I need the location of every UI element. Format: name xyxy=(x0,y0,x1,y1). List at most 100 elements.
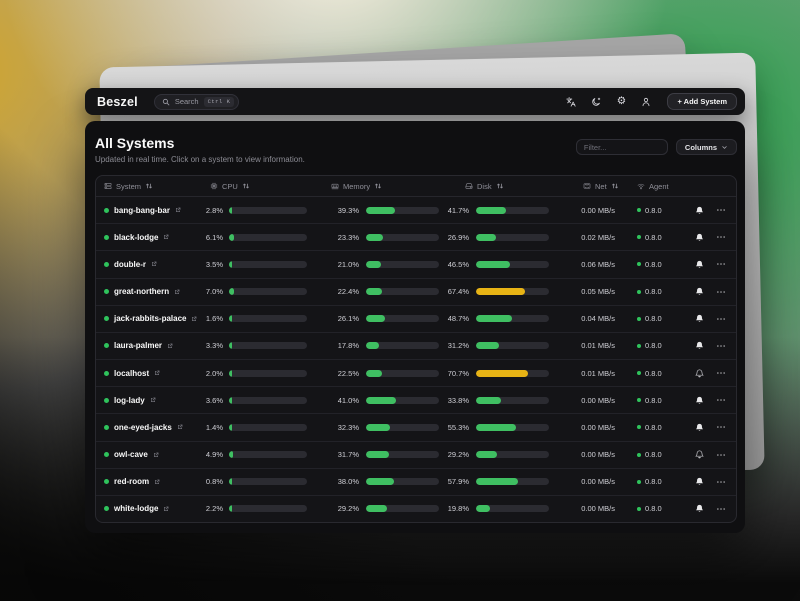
column-header-disk[interactable]: Disk xyxy=(441,182,551,191)
disk-value: 19.8% xyxy=(448,504,469,513)
search-input[interactable]: Search Ctrl K xyxy=(154,94,240,110)
net-value: 0.01 MB/s xyxy=(581,341,615,350)
wifi-icon xyxy=(637,182,645,190)
table-row[interactable]: laura-palmer 3.3% 17.8% 31.2% 0.01 MB/s … xyxy=(96,332,736,359)
memory-icon xyxy=(331,182,339,190)
external-link-icon[interactable] xyxy=(154,370,160,376)
net-value: 0.00 MB/s xyxy=(581,206,615,215)
external-link-icon[interactable] xyxy=(163,234,169,240)
bell-icon[interactable] xyxy=(695,287,704,296)
add-system-button[interactable]: + Add System xyxy=(667,93,737,110)
memory-value: 32.3% xyxy=(338,423,359,432)
table-row[interactable]: log-lady 3.6% 41.0% 33.8% 0.00 MB/s 0.8.… xyxy=(96,386,736,413)
system-name: localhost xyxy=(114,369,149,378)
bell-icon[interactable] xyxy=(695,396,704,405)
cpu-meter xyxy=(229,451,307,458)
bell-icon[interactable] xyxy=(695,477,704,486)
ellipsis-icon xyxy=(716,314,726,324)
external-link-icon[interactable] xyxy=(174,289,180,295)
external-link-icon[interactable] xyxy=(151,261,157,267)
bell-icon[interactable] xyxy=(695,233,704,242)
language-button[interactable] xyxy=(565,96,577,108)
external-link-icon[interactable] xyxy=(150,397,156,403)
memory-meter xyxy=(366,288,439,295)
bell-icon[interactable] xyxy=(695,504,704,513)
status-dot xyxy=(104,506,109,511)
table-row[interactable]: red-room 0.8% 38.0% 57.9% 0.00 MB/s 0.8.… xyxy=(96,468,736,495)
theme-toggle-button[interactable] xyxy=(590,96,602,108)
row-actions-menu-button[interactable] xyxy=(716,422,726,432)
external-link-icon[interactable] xyxy=(175,207,181,213)
system-name: one-eyed-jacks xyxy=(114,423,172,432)
row-actions-menu-button[interactable] xyxy=(716,205,726,215)
disk-value: 67.4% xyxy=(448,287,469,296)
cpu-value: 4.9% xyxy=(206,450,223,459)
table-row[interactable]: bang-bang-bar 2.8% 39.3% 41.7% 0.00 MB/s… xyxy=(96,197,736,223)
cpu-value: 2.2% xyxy=(206,504,223,513)
ellipsis-icon xyxy=(716,477,726,487)
ethernet-icon xyxy=(583,182,591,190)
bell-icon[interactable] xyxy=(695,260,704,269)
disk-value: 29.2% xyxy=(448,450,469,459)
agent-status-dot xyxy=(637,371,641,375)
agent-version: 0.8.0 xyxy=(645,477,662,486)
user-menu-button[interactable] xyxy=(640,96,652,108)
row-actions-menu-button[interactable] xyxy=(716,232,726,242)
table-row[interactable]: one-eyed-jacks 1.4% 32.3% 55.3% 0.00 MB/… xyxy=(96,413,736,440)
external-link-icon[interactable] xyxy=(167,343,173,349)
column-header-cpu[interactable]: CPU xyxy=(196,182,311,191)
table-row[interactable]: double-r 3.5% 21.0% 46.5% 0.06 MB/s 0.8.… xyxy=(96,250,736,277)
search-shortcut-badge: Ctrl K xyxy=(204,97,235,107)
row-actions-menu-button[interactable] xyxy=(716,477,726,487)
ellipsis-icon xyxy=(716,341,726,351)
row-actions-menu-button[interactable] xyxy=(716,259,726,269)
net-value: 0.00 MB/s xyxy=(581,477,615,486)
cpu-meter xyxy=(229,478,307,485)
disk-value: 57.9% xyxy=(448,477,469,486)
status-dot xyxy=(104,208,109,213)
user-icon xyxy=(641,97,651,107)
chevron-down-icon xyxy=(721,144,728,151)
cpu-value: 2.8% xyxy=(206,206,223,215)
external-link-icon[interactable] xyxy=(163,506,169,512)
cpu-value: 6.1% xyxy=(206,233,223,242)
memory-meter xyxy=(366,342,439,349)
table-row[interactable]: white-lodge 2.2% 29.2% 19.8% 0.00 MB/s 0… xyxy=(96,495,736,522)
row-actions-menu-button[interactable] xyxy=(716,450,726,460)
bell-icon[interactable] xyxy=(695,206,704,215)
agent-status-dot xyxy=(637,480,641,484)
row-actions-menu-button[interactable] xyxy=(716,314,726,324)
table-row[interactable]: localhost 2.0% 22.5% 70.7% 0.01 MB/s 0.8… xyxy=(96,359,736,386)
system-name: white-lodge xyxy=(114,504,158,513)
table-row[interactable]: jack-rabbits-palace 1.6% 26.1% 48.7% 0.0… xyxy=(96,305,736,332)
row-actions-menu-button[interactable] xyxy=(716,368,726,378)
column-header-net[interactable]: Net xyxy=(551,182,621,191)
column-header-system[interactable]: System xyxy=(104,182,196,191)
table-row[interactable]: black-lodge 6.1% 23.3% 26.9% 0.02 MB/s 0… xyxy=(96,223,736,250)
system-name: laura-palmer xyxy=(114,341,162,350)
bell-icon[interactable] xyxy=(695,423,704,432)
external-link-icon[interactable] xyxy=(177,424,183,430)
agent-version: 0.8.0 xyxy=(645,314,662,323)
external-link-icon[interactable] xyxy=(154,479,160,485)
agent-version: 0.8.0 xyxy=(645,206,662,215)
row-actions-menu-button[interactable] xyxy=(716,341,726,351)
row-actions-menu-button[interactable] xyxy=(716,504,726,514)
row-actions-menu-button[interactable] xyxy=(716,287,726,297)
disk-meter xyxy=(476,261,549,268)
columns-dropdown-button[interactable]: Columns xyxy=(676,139,737,155)
table-row[interactable]: great-northern 7.0% 22.4% 67.4% 0.05 MB/… xyxy=(96,278,736,305)
row-actions-menu-button[interactable] xyxy=(716,395,726,405)
bell-icon[interactable] xyxy=(695,369,704,378)
net-value: 0.00 MB/s xyxy=(581,450,615,459)
bell-icon[interactable] xyxy=(695,341,704,350)
column-header-memory[interactable]: Memory xyxy=(311,182,441,191)
system-name: log-lady xyxy=(114,396,145,405)
settings-button[interactable]: ⚙ xyxy=(615,96,627,108)
column-header-agent[interactable]: Agent xyxy=(621,182,676,191)
filter-input[interactable] xyxy=(576,139,668,155)
external-link-icon[interactable] xyxy=(153,452,159,458)
bell-icon[interactable] xyxy=(695,450,704,459)
bell-icon[interactable] xyxy=(695,314,704,323)
table-row[interactable]: owl-cave 4.9% 31.7% 29.2% 0.00 MB/s 0.8.… xyxy=(96,441,736,468)
